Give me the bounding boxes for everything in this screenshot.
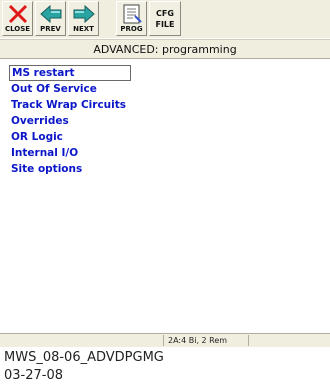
status-divider xyxy=(163,335,164,346)
document-icon xyxy=(123,4,142,24)
menu-item-ms-restart[interactable]: MS restart xyxy=(9,65,131,81)
cfg-file-button[interactable]: CFG FILE xyxy=(149,1,181,36)
right-arrow-icon xyxy=(73,4,95,24)
cfg-file-label-line2: FILE xyxy=(155,20,175,29)
next-button[interactable]: NEXT xyxy=(68,1,99,36)
cfg-file-label-line1: CFG xyxy=(156,9,174,18)
left-arrow-icon xyxy=(40,4,62,24)
status-divider xyxy=(248,335,249,346)
menu-item-site-options[interactable]: Site options xyxy=(9,161,329,177)
menu-item-track-wrap-circuits[interactable]: Track Wrap Circuits xyxy=(9,97,329,113)
menu-item-internal-io[interactable]: Internal I/O xyxy=(9,145,329,161)
caption-date: 03-27-08 xyxy=(4,368,64,383)
title-bar: ADVANCED: programming xyxy=(0,39,330,59)
close-x-icon xyxy=(8,4,28,24)
close-button-label: CLOSE xyxy=(4,25,31,33)
prev-button-label: PREV xyxy=(40,25,61,33)
menu-list: MS restart Out Of Service Track Wrap Cir… xyxy=(9,65,329,177)
prog-button[interactable]: PROG xyxy=(116,1,147,36)
menu-item-out-of-service[interactable]: Out Of Service xyxy=(9,81,329,97)
menu-item-or-logic[interactable]: OR Logic xyxy=(9,129,329,145)
menu-item-overrides[interactable]: Overrides xyxy=(9,113,329,129)
status-bar: 2A:4 Bi, 2 Rem xyxy=(0,333,330,347)
page-title: ADVANCED: programming xyxy=(93,43,237,56)
next-button-label: NEXT xyxy=(73,25,94,33)
prev-button[interactable]: PREV xyxy=(35,1,66,36)
prog-button-label: PROG xyxy=(120,25,143,33)
close-button[interactable]: CLOSE xyxy=(2,1,33,36)
caption-filename: MWS_08-06_ADVDPGMG xyxy=(4,350,164,365)
toolbar: CLOSE PREV NEXT PROG CFG FILE xyxy=(0,0,330,38)
status-text: 2A:4 Bi, 2 Rem xyxy=(168,336,228,345)
